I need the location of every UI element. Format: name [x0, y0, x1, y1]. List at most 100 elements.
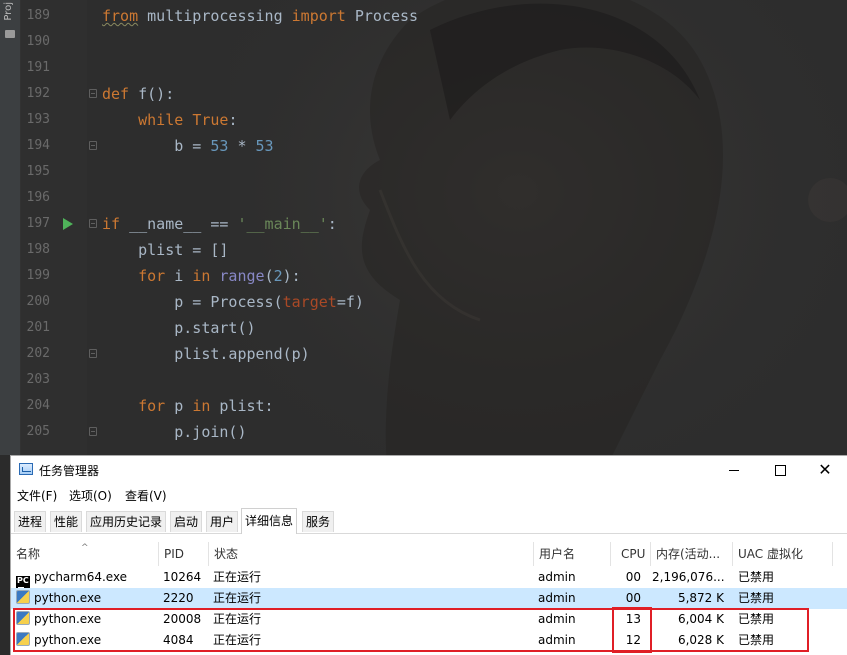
column-header-pid[interactable]: PID [159, 542, 209, 566]
title-bar[interactable]: 任务管理器 ✕ [11, 456, 847, 484]
cell-pid: 2220 [163, 591, 194, 605]
code-line[interactable]: 201 p.start() [0, 315, 847, 341]
menu-view[interactable]: 查看(V) [125, 487, 167, 504]
cell-uac: 已禁用 [738, 591, 775, 605]
cell-user: admin [538, 612, 576, 626]
line-number: 199 [26, 268, 50, 283]
cell-cpu: 12 [625, 633, 641, 647]
code-token: =f) [336, 293, 364, 311]
process-name: pycharm64.exe [34, 570, 128, 584]
cell-memory: 2,196,076... [652, 570, 724, 584]
code-line[interactable]: 205 p.join() [0, 419, 847, 445]
code-line[interactable]: 197 if __name__ == '__main__': [0, 211, 847, 237]
fold-marker-icon[interactable] [89, 141, 97, 150]
process-name: python.exe [34, 591, 102, 605]
code-line[interactable]: 192 def f(): [0, 81, 847, 107]
cell-memory: 6,004 K [677, 612, 724, 626]
fold-marker-icon[interactable] [89, 219, 97, 228]
code-token: i [165, 267, 193, 285]
cell-pid: 20008 [163, 612, 202, 626]
close-button[interactable]: ✕ [802, 456, 847, 484]
menu-file[interactable]: 文件(F) [17, 487, 57, 504]
code-line[interactable]: 189 from multiprocessing import Process [0, 3, 847, 29]
code-token: in [192, 267, 211, 285]
table-row[interactable]: PC pycharm64.exe 10264 正在运行 admin 00 2,196,076… [11, 567, 847, 588]
code-token: Process [345, 7, 419, 25]
tab-app-history[interactable]: 应用历史记录 [86, 511, 167, 532]
code-editor[interactable]: Proj 189 from multiprocessing import Proc… [0, 0, 847, 455]
tab-processes[interactable]: 进程 [14, 511, 47, 532]
cell-uac: 已禁用 [738, 570, 775, 584]
code-line[interactable]: 198 plist = [] [0, 237, 847, 263]
cell-memory: 5,872 K [677, 591, 724, 605]
tab-performance[interactable]: 性能 [50, 511, 83, 532]
line-number: 189 [26, 8, 50, 23]
cell-cpu: 00 [625, 570, 641, 584]
cell-memory: 6,028 K [677, 633, 724, 647]
cell-pid: 10264 [163, 570, 202, 584]
fold-marker-icon[interactable] [89, 349, 97, 358]
task-manager-window[interactable]: 任务管理器 ✕ 文件(F) 选项(O) 查看(V) 进程 性能 应用历史记录 启… [10, 455, 847, 655]
process-name: python.exe [34, 633, 102, 647]
column-header-uac[interactable]: UAC 虚拟化 [733, 542, 833, 566]
run-gutter-icon[interactable] [63, 218, 73, 230]
code-text: plist = [] [102, 237, 228, 263]
column-header-memory[interactable]: 内存(活动... [651, 542, 733, 566]
code-token: plist = [] [102, 241, 229, 259]
minimize-button[interactable] [711, 456, 757, 484]
code-token: __name__ == [120, 215, 238, 233]
code-token: 53 [255, 137, 274, 155]
tab-startup[interactable]: 启动 [170, 511, 203, 532]
line-number: 205 [26, 424, 50, 439]
column-header-status[interactable]: 状态 [209, 542, 534, 566]
line-number: 197 [26, 216, 50, 231]
fold-marker-icon[interactable] [89, 89, 97, 98]
code-line[interactable]: 204 for p in plist: [0, 393, 847, 419]
maximize-icon [774, 464, 786, 476]
table-row[interactable]: python.exe 2220 正在运行 admin 00 5,872 K 已禁用 [11, 588, 847, 609]
column-header-cpu[interactable]: CPU [611, 542, 651, 566]
code-token: * [228, 137, 256, 155]
code-token: plist.append(p) [102, 345, 310, 363]
code-token: b = [102, 137, 211, 155]
code-line[interactable]: 199 for i in range(2): [0, 263, 847, 289]
code-line[interactable]: 191 [0, 55, 847, 81]
column-header-user[interactable]: 用户名 [534, 542, 611, 566]
table-row[interactable]: python.exe 20008 正在运行 admin 13 6,004 K 已禁用 [11, 609, 847, 630]
code-token: : [327, 215, 337, 233]
line-number: 202 [26, 346, 50, 361]
code-line[interactable]: 194 b = 53 * 53 [0, 133, 847, 159]
tab-users[interactable]: 用户 [206, 511, 239, 532]
code-line[interactable]: 200 p = Process(target=f) [0, 289, 847, 315]
line-number: 194 [26, 138, 50, 153]
code-token: plist: [210, 397, 274, 415]
pycharm-app-icon: PC [16, 576, 30, 588]
code-line[interactable]: 203 [0, 367, 847, 393]
code-token: p = Process( [102, 293, 283, 311]
line-number: 195 [26, 164, 50, 179]
line-number: 193 [26, 112, 50, 127]
cell-pid: 4084 [163, 633, 194, 647]
table-row[interactable]: python.exe 4084 正在运行 admin 12 6,028 K 已禁用 [11, 630, 847, 651]
code-line[interactable]: 202 plist.append(p) [0, 341, 847, 367]
code-line[interactable]: 195 [0, 159, 847, 185]
cell-user: admin [538, 633, 576, 647]
cell-name: python.exe [16, 588, 156, 609]
fold-marker-icon[interactable] [89, 427, 97, 436]
line-number: 191 [26, 60, 50, 75]
code-line[interactable]: 193 while True: [0, 107, 847, 133]
line-number: 198 [26, 242, 50, 257]
menu-bar: 文件(F) 选项(O) 查看(V) [11, 484, 847, 506]
cell-user: admin [538, 570, 576, 584]
tab-details[interactable]: 详细信息 [241, 508, 298, 534]
code-line[interactable]: 196 [0, 185, 847, 211]
code-token: from [102, 7, 139, 25]
code-line[interactable]: 190 [0, 29, 847, 55]
column-header-name[interactable]: 名称 ^ [11, 542, 159, 566]
tab-bar: 进程 性能 应用历史记录 启动 用户 详细信息 服务 [11, 507, 847, 534]
menu-options[interactable]: 选项(O) [69, 487, 112, 504]
python-app-icon [16, 611, 30, 625]
tab-services[interactable]: 服务 [302, 511, 335, 532]
maximize-button[interactable] [757, 456, 803, 484]
